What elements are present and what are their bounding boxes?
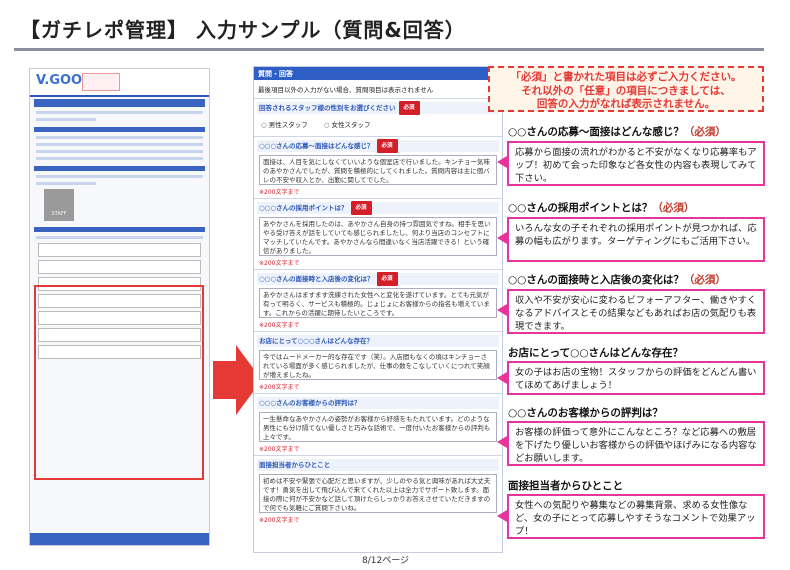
- required-badge: 必須: [398, 101, 420, 115]
- thumbnail-line: [36, 150, 203, 153]
- thumbnail-line: [36, 118, 96, 121]
- annotation-title: 面接担当者からひとこと: [508, 480, 624, 492]
- question-label: お店にとって○○○さんはどんな存在？: [259, 337, 373, 345]
- arrow-right-icon: [213, 361, 237, 399]
- annotation-pointer: [497, 372, 507, 384]
- title-divider: [14, 48, 764, 51]
- thumbnail-highlight-box: [34, 285, 204, 480]
- annotation-pointer: [497, 304, 507, 316]
- annotation-title: ○○さんの面接時と入店後の変化は？（必須）: [508, 274, 726, 286]
- annotation-box: 女性への気配りや募集などの募集背景、求める女性像など、女の子にとって応募しやすそ…: [507, 494, 765, 539]
- callout-line: それ以外の「任意」の項目につきましては、: [521, 84, 731, 97]
- annotation-title: お店にとって○○さんはどんな存在？: [508, 347, 683, 359]
- page-thumbnail: V.GOOD STAFF: [29, 68, 210, 546]
- thumbnail-line: [36, 175, 203, 178]
- annotation-title: ○○さんのお客様からの評判は？: [508, 407, 663, 419]
- staff-avatar-placeholder: STAFF: [44, 189, 74, 221]
- thumbnail-badge: [82, 73, 120, 91]
- char-limit: ※200文字まで: [259, 322, 300, 329]
- question-block: ○○○さんの応募～面接はどんな感じ？ 必須 面接は、人目を気にしなくていいような個…: [254, 136, 502, 198]
- question-block: お店にとって○○○さんはどんな存在？ 今ではムードメーカー的な存在です（笑）。入…: [254, 331, 502, 393]
- thumbnail-line: [36, 136, 203, 139]
- thumbnail-nav: [34, 99, 205, 107]
- form-note: 最後項目以外の入力がない場合、質問項目は表示されません: [258, 86, 434, 94]
- question-label: 面接担当者からひとこと: [259, 461, 331, 469]
- annotation-box: 収入や不安が安心に変わるビフォーアフター、働きやすくなるアドバイスとその結果など…: [507, 289, 765, 334]
- answer-textarea[interactable]: 初めは不安や緊張で心配だと思いますが、少しのやる気と興味があれば大丈夫です！勇気…: [259, 474, 497, 513]
- thumbnail-section-bar: [34, 127, 205, 132]
- page-title: 【ガチレポ管理】 入力サンプル（質問&回答）: [20, 18, 466, 42]
- question-label: ○○○さんのお客様からの評判は？: [259, 399, 361, 407]
- question-label: ○○○さんの面接時と入店後の変化は？: [259, 275, 374, 283]
- thumbnail-footer: [30, 533, 209, 545]
- annotation-title: ○○さんの採用ポイントとは？（必須）: [508, 202, 695, 214]
- char-limit: ※200文字まで: [259, 446, 300, 453]
- annotation-box: お客様の評価って意外にこんなところ？など応募への敷居を下げたり優しいお客様からの…: [507, 421, 765, 466]
- radio-male-staff[interactable]: 男性スタッフ: [261, 119, 308, 129]
- question-label: ○○○さんの採用ポイントは？: [259, 204, 348, 212]
- answer-textarea[interactable]: 一生懸命なあやかさんの姿勢がお客様から好感をもたれています。どのような男性にも分…: [259, 412, 497, 442]
- callout-line: 「必須」と書かれた項目は必ずご入力ください。: [510, 71, 742, 83]
- question-block: ○○○さんのお客様からの評判は？ 一生懸命なあやかさんの姿勢がお客様から好感をも…: [254, 393, 502, 455]
- thumbnail-header: V.GOOD: [30, 69, 209, 97]
- question-block: ○○○さんの面接時と入店後の変化は？ 必須 あやかさんはますます洗練された女性へと…: [254, 269, 502, 331]
- annotation-pointer: [497, 436, 507, 448]
- callout-line: 回答の入力がなれば表示されません。: [536, 98, 716, 110]
- annotation-pointer: [497, 510, 507, 522]
- question-block: ○○○さんの採用ポイントは？ 必須 あやかさんを採用したのは、あやかさん自身の持つ…: [254, 198, 502, 269]
- thumbnail-section-bar: [34, 227, 205, 232]
- form-header: 質問・回答: [254, 67, 502, 80]
- required-badge: 必須: [350, 201, 372, 215]
- required-notice-callout: 「必須」と書かれた項目は必ずご入力ください。 それ以外の「任意」の項目につきまし…: [488, 66, 764, 112]
- thumbnail-section-bar: [34, 166, 205, 171]
- annotation-pointer: [497, 156, 507, 168]
- required-badge: 必須: [376, 139, 398, 153]
- char-limit: ※200文字まで: [259, 260, 300, 267]
- answer-textarea[interactable]: あやかさんを採用したのは、あやかさん自身の持つ雰囲気ですね。相手を思いやる受け答…: [259, 217, 497, 256]
- qa-form: 質問・回答 最後項目以外の入力がない場合、質問項目は表示されません 回答されるス…: [253, 66, 503, 553]
- thumbnail-textbox: [38, 243, 201, 257]
- gender-question-label: 回答されるスタッフ様の性別をお選びください: [259, 104, 396, 112]
- thumbnail-line: [36, 157, 203, 160]
- question-label: ○○○さんの応募～面接はどんな感じ？: [259, 142, 374, 150]
- annotation-box: いろんな女の子それぞれの採用ポイントが見つかれば、応募の幅も広がります。ターゲテ…: [507, 217, 765, 262]
- radio-female-staff[interactable]: 女性スタッフ: [324, 119, 371, 129]
- answer-textarea[interactable]: 今ではムードメーカー的な存在です（笑）。入店間もなくの頃はキンチョーされている場…: [259, 350, 497, 380]
- annotation-box: 応募から面接の流れがわかると不安がなくなり応募率もアップ！初めて会った印象など各…: [507, 141, 765, 186]
- thumbnail-textbox: [38, 260, 201, 274]
- thumbnail-line: [36, 236, 203, 239]
- required-badge: 必須: [376, 272, 398, 286]
- char-limit: ※200文字まで: [259, 189, 300, 196]
- annotation-pointer: [497, 232, 507, 244]
- question-block: 面接担当者からひとこと 初めは不安や緊張で心配だと思いますが、少しのやる気と興味…: [254, 455, 502, 526]
- answer-textarea[interactable]: 面接は、人目を気にしなくていいような個室店で行いました。キンチョー気味のあやかさ…: [259, 155, 497, 185]
- answer-textarea[interactable]: あやかさんはますます洗練された女性へと変化を遂げています。とても元気が有って明る…: [259, 288, 497, 318]
- annotation-box: 女の子はお店の宝物！スタッフからの評価をどんどん書いてほめてあげましょう！: [507, 361, 765, 395]
- thumbnail-line: [36, 182, 96, 185]
- annotation-title: ○○さんの応募～面接はどんな感じ？（必須）: [508, 126, 726, 138]
- gender-question: 回答されるスタッフ様の性別をお選びください 必須 男性スタッフ 女性スタッフ: [254, 98, 502, 136]
- thumbnail-line: [36, 143, 203, 146]
- page-number: 8/12ページ: [362, 556, 410, 566]
- thumbnail-line: [36, 111, 203, 114]
- char-limit: ※200文字まで: [259, 384, 300, 391]
- char-limit: ※200文字まで: [259, 517, 300, 524]
